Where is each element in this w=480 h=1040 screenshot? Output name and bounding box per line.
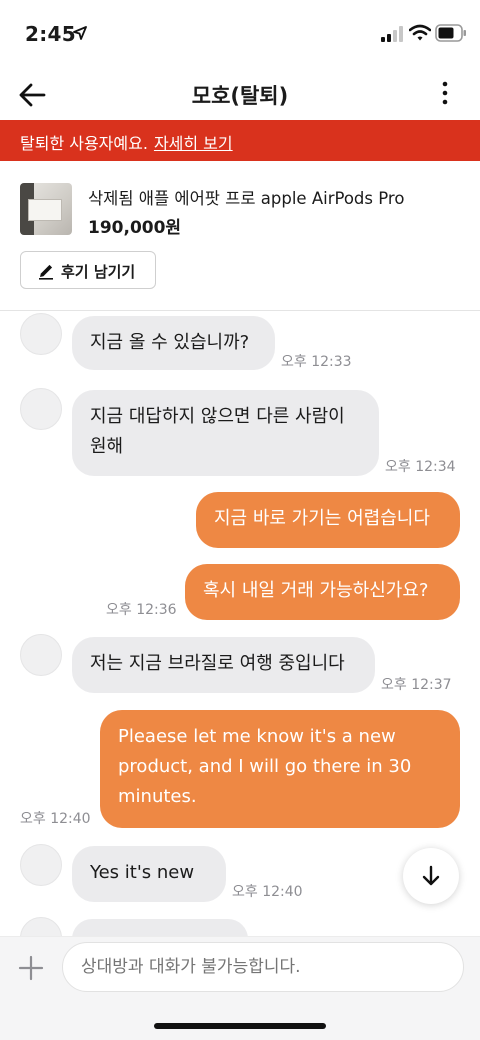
avatar[interactable] — [20, 634, 62, 676]
message-input[interactable] — [62, 942, 464, 992]
message-timestamp: 오후 12:40 — [20, 811, 91, 827]
message-timestamp: 오후 12:34 — [385, 459, 456, 475]
message-text: Pleaese let me know it's a new — [118, 726, 396, 747]
status-time: 2:45 — [25, 22, 76, 46]
signal-icon — [381, 26, 403, 42]
message-bubble-outgoing: 지금 바로 가기는 어렵습니다 — [196, 492, 460, 548]
avatar[interactable] — [20, 388, 62, 430]
product-title[interactable]: 삭제됨 애플 에어팟 프로 apple AirPods Pro — [88, 185, 404, 209]
location-arrow-icon — [73, 26, 87, 40]
message-text: minutes. — [118, 786, 197, 807]
scroll-to-bottom-button[interactable] — [403, 848, 459, 904]
chat-messages[interactable]: 지금 올 수 있습니까? 오후 12:33 지금 대답하지 않으면 다른 사람이… — [0, 311, 480, 936]
message-timestamp: 오후 12:37 — [381, 677, 452, 693]
avatar[interactable] — [20, 313, 62, 355]
message-text: 원해 — [90, 436, 124, 457]
banner-details-link[interactable]: 자세히 보기 — [154, 134, 233, 153]
write-review-button[interactable]: 후기 남기기 — [20, 251, 156, 289]
message-input-bar — [0, 936, 480, 1040]
message-timestamp: 오후 12:36 — [106, 602, 177, 618]
message-text: product, and I will go there in 30 — [118, 756, 412, 777]
withdrawn-user-banner: 탈퇴한 사용자예요. 자세히 보기 — [0, 120, 480, 161]
message-bubble-incoming — [72, 919, 248, 936]
message-text: 지금 바로 가기는 어렵습니다 — [214, 508, 430, 529]
message-bubble-incoming: Yes it's new — [72, 846, 226, 902]
chat-header: 모호(탈퇴) — [0, 70, 480, 120]
message-text: Yes it's new — [90, 862, 195, 883]
avatar[interactable] — [20, 844, 62, 886]
product-thumbnail[interactable] — [20, 183, 72, 235]
message-text: 혹시 내일 거래 가능하신가요? — [203, 580, 429, 601]
avatar[interactable] — [20, 917, 62, 936]
more-vertical-icon[interactable] — [440, 80, 450, 106]
battery-icon — [435, 24, 466, 42]
message-text: 저는 지금 브라질로 여행 중입니다 — [90, 653, 345, 674]
message-text: 지금 올 수 있습니까? — [90, 332, 250, 353]
message-text: 지금 대답하지 않으면 다른 사람이 — [90, 406, 345, 427]
wifi-icon — [409, 24, 431, 41]
message-bubble-outgoing: Pleaese let me know it's a new product, … — [100, 710, 460, 828]
pencil-icon — [39, 264, 53, 280]
home-indicator — [154, 1023, 326, 1029]
product-price: 190,000원 — [88, 218, 182, 238]
arrow-down-icon — [422, 865, 440, 886]
banner-text: 탈퇴한 사용자예요. — [20, 134, 148, 153]
product-info: 삭제됨 애플 에어팟 프로 apple AirPods Pro 190,000원… — [0, 161, 480, 311]
message-bubble-incoming: 지금 올 수 있습니까? — [72, 316, 275, 370]
message-bubble-outgoing: 혹시 내일 거래 가능하신가요? — [185, 564, 460, 620]
plus-icon[interactable] — [18, 955, 44, 981]
message-timestamp: 오후 12:33 — [281, 354, 352, 370]
message-bubble-incoming: 저는 지금 브라질로 여행 중입니다 — [72, 637, 375, 693]
status-bar: 2:45 — [0, 0, 480, 70]
message-bubble-incoming: 지금 대답하지 않으면 다른 사람이 원해 — [72, 390, 379, 476]
page-title: 모호(탈퇴) — [191, 84, 289, 108]
write-review-label: 후기 남기기 — [61, 263, 136, 281]
message-timestamp: 오후 12:40 — [232, 884, 303, 900]
